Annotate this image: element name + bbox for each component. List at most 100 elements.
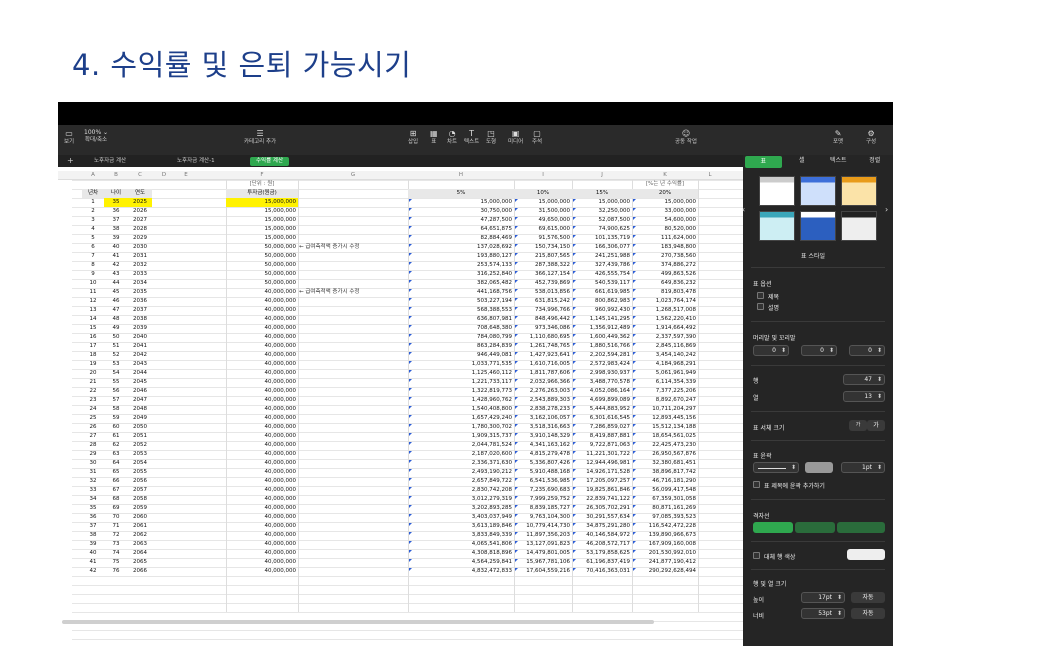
table-cell[interactable]: 8,419,887,881	[572, 432, 632, 441]
table-cell[interactable]: 3,202,893,285	[408, 504, 514, 513]
table-cell[interactable]: 2036	[128, 297, 152, 306]
table-cell[interactable]: 2033	[128, 270, 152, 279]
table-cell[interactable]: 56,099,417,548	[632, 486, 698, 495]
table-cell[interactable]: 24	[82, 405, 104, 414]
table-cell[interactable]: 64	[104, 459, 128, 468]
table-cell[interactable]: 426,555,754	[572, 270, 632, 279]
table-cell[interactable]: 538,013,856	[514, 288, 572, 297]
table-cell[interactable]: 62	[104, 441, 128, 450]
table-cell[interactable]: 5,444,883,952	[572, 405, 632, 414]
table-cell[interactable]: 56	[104, 387, 128, 396]
table-cell[interactable]: 1,880,516,766	[572, 342, 632, 351]
table-cell[interactable]: 1,811,787,606	[514, 369, 572, 378]
outline-width-stepper[interactable]: 1pt	[841, 462, 885, 473]
table-cell[interactable]: 15,000,000	[632, 198, 698, 207]
table-cell[interactable]: 7,235,690,683	[514, 486, 572, 495]
table-cell[interactable]: 40,000,000	[226, 558, 298, 567]
table-cell[interactable]: 1	[82, 198, 104, 207]
table-cell[interactable]: 201,530,992,010	[632, 549, 698, 558]
table-cell[interactable]: 452,739,869	[514, 279, 572, 288]
table-cell[interactable]: 51	[104, 342, 128, 351]
table-cell[interactable]: 40,000,000	[226, 378, 298, 387]
table-cell[interactable]: 43	[104, 270, 128, 279]
table-cell[interactable]: 19,825,861,846	[572, 486, 632, 495]
table-cell[interactable]: 27	[82, 432, 104, 441]
table-cell[interactable]: 40,000,000	[226, 387, 298, 396]
table-cell[interactable]: 3,833,849,339	[408, 531, 514, 540]
table-cell[interactable]: 21	[82, 378, 104, 387]
table-cell[interactable]: 2,493,190,212	[408, 468, 514, 477]
table-cell[interactable]: 39	[82, 540, 104, 549]
table-cell[interactable]: 4,308,818,896	[408, 549, 514, 558]
table-cell[interactable]: 40,000,000	[226, 396, 298, 405]
table-cell[interactable]: 193,880,127	[408, 252, 514, 261]
table-cell[interactable]: 15,000,000	[226, 234, 298, 243]
table-cell[interactable]: 960,992,430	[572, 306, 632, 315]
table-cell[interactable]: 82,884,469	[408, 234, 514, 243]
table-cell[interactable]: 2041	[128, 342, 152, 351]
table-cell[interactable]: 3,488,770,578	[572, 378, 632, 387]
table-style-4[interactable]	[759, 211, 795, 241]
table-cell[interactable]: 2,838,278,233	[514, 405, 572, 414]
table-cell[interactable]: 2,998,930,937	[572, 369, 632, 378]
table-cell[interactable]: 20	[82, 369, 104, 378]
table-cell[interactable]: 40,000,000	[226, 432, 298, 441]
table-cell[interactable]: 3,454,140,242	[632, 351, 698, 360]
table-cell[interactable]: 5,336,807,426	[514, 459, 572, 468]
table-cell[interactable]: 863,284,839	[408, 342, 514, 351]
table-cell[interactable]: 50,000,000	[226, 279, 298, 288]
table-cell[interactable]: 74,900,625	[572, 225, 632, 234]
table-cell[interactable]: 366,127,154	[514, 270, 572, 279]
table-cell[interactable]: 33	[82, 486, 104, 495]
table-cell[interactable]: 150,734,150	[514, 243, 572, 252]
table-cell[interactable]: 12,893,445,156	[632, 414, 698, 423]
table-cell[interactable]: 4	[82, 225, 104, 234]
table-cell[interactable]: 26,305,702,291	[572, 504, 632, 513]
table-cell[interactable]: 40,000,000	[226, 405, 298, 414]
table-cell[interactable]: 34	[82, 495, 104, 504]
table-cell[interactable]: 2047	[128, 396, 152, 405]
table-cell[interactable]: 26,950,567,876	[632, 450, 698, 459]
table-cell[interactable]: 9	[82, 270, 104, 279]
table-cell[interactable]: 25	[82, 414, 104, 423]
table-cell[interactable]: 70,416,363,031	[572, 567, 632, 576]
table-cell[interactable]: 50	[104, 333, 128, 342]
table-cell[interactable]: 2051	[128, 432, 152, 441]
table-cell[interactable]: 42	[82, 567, 104, 576]
table-cell[interactable]: 2057	[128, 486, 152, 495]
table-cell[interactable]: 15,000,000	[226, 207, 298, 216]
table-cell[interactable]: 33,000,000	[632, 207, 698, 216]
table-cell[interactable]: 2,187,020,600	[408, 450, 514, 459]
table-cell[interactable]: 2,044,781,524	[408, 441, 514, 450]
table-cell[interactable]: 1,145,141,295	[572, 315, 632, 324]
table-cell[interactable]: 32,250,000	[572, 207, 632, 216]
table-cell[interactable]: 17	[82, 342, 104, 351]
table-cell[interactable]: 66	[104, 477, 128, 486]
table-cell[interactable]: 382,065,482	[408, 279, 514, 288]
table-cell[interactable]: 631,815,242	[514, 297, 572, 306]
chevron-left-icon[interactable]: ‹	[742, 205, 745, 214]
table-cell[interactable]: 46,208,572,717	[572, 540, 632, 549]
table-cell[interactable]: 2044	[128, 369, 152, 378]
table-cell[interactable]: 91,576,500	[514, 234, 572, 243]
table-cell[interactable]: 568,388,553	[408, 306, 514, 315]
table-cell[interactable]: 2052	[128, 441, 152, 450]
table-cell[interactable]: 499,863,526	[632, 270, 698, 279]
zoom-button[interactable]: 100% ⌄ 확대/축소	[84, 130, 108, 144]
table-cell[interactable]: 2030	[128, 243, 152, 252]
table-cell[interactable]: 6,114,354,339	[632, 378, 698, 387]
table-cell[interactable]: 2064	[128, 549, 152, 558]
table-cell[interactable]: 16	[82, 333, 104, 342]
table-cell[interactable]: 3,162,106,057	[514, 414, 572, 423]
table-cell[interactable]: 30	[82, 459, 104, 468]
table-cell[interactable]: 270,738,560	[632, 252, 698, 261]
table-cell[interactable]: 1,780,300,702	[408, 423, 514, 432]
table-cell[interactable]: 5,910,488,168	[514, 468, 572, 477]
width-auto-button[interactable]: 자동	[851, 608, 885, 619]
table-cell[interactable]: 2026	[128, 207, 152, 216]
width-stepper[interactable]: 53pt	[801, 608, 845, 619]
alt-row-color-well[interactable]	[847, 549, 885, 560]
alt-row-color-checkbox[interactable]	[753, 552, 760, 559]
chevron-right-icon[interactable]: ›	[885, 205, 888, 214]
table-cell[interactable]: 708,648,380	[408, 324, 514, 333]
